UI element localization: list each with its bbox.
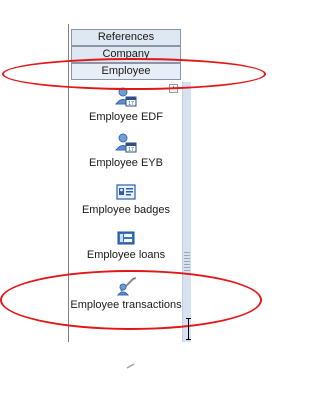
svg-text:17: 17 (128, 101, 134, 107)
tab-company[interactable]: Company (71, 46, 181, 63)
person-pen-icon (116, 277, 136, 296)
text-cursor-icon (186, 318, 191, 340)
list-item-label: Employee loans (86, 249, 166, 261)
list-item-employee-eyb[interactable]: 17 Employee EYB (70, 132, 182, 170)
list-item-employee-transactions[interactable]: Employee transactions (70, 276, 182, 312)
tab-employee[interactable]: Employee (71, 63, 181, 80)
list-item-employee-badges[interactable]: Employee badges (70, 183, 182, 217)
list-item-label: Employee transactions (70, 299, 182, 311)
tab-references[interactable]: References (71, 29, 181, 46)
vertical-scrollbar[interactable] (182, 82, 191, 342)
person-calendar-icon: 17 (115, 133, 137, 153)
person-calendar-icon: 17 (115, 87, 137, 107)
navigation-panel: References Company Employee 17 Employee … (68, 24, 191, 369)
list-item-label: Employee EYB (89, 157, 163, 169)
list-item-employee-loans[interactable]: Employee loans (70, 230, 182, 262)
badge-card-icon (116, 184, 136, 200)
scroll-up-arrow-icon[interactable]: ▴ (169, 84, 178, 93)
loan-ledger-icon (117, 231, 135, 245)
list-item-employee-edf[interactable]: 17 Employee EDF (70, 86, 182, 124)
partial-pen-icon (126, 363, 135, 369)
list-item-label: Employee EDF (89, 111, 163, 123)
scrollbar-grip[interactable] (184, 252, 190, 272)
items-list: 17 Employee EDF 17 Employee EYB Employee… (70, 82, 182, 369)
list-item-label: Employee badges (81, 204, 171, 216)
svg-text:17: 17 (128, 147, 134, 153)
